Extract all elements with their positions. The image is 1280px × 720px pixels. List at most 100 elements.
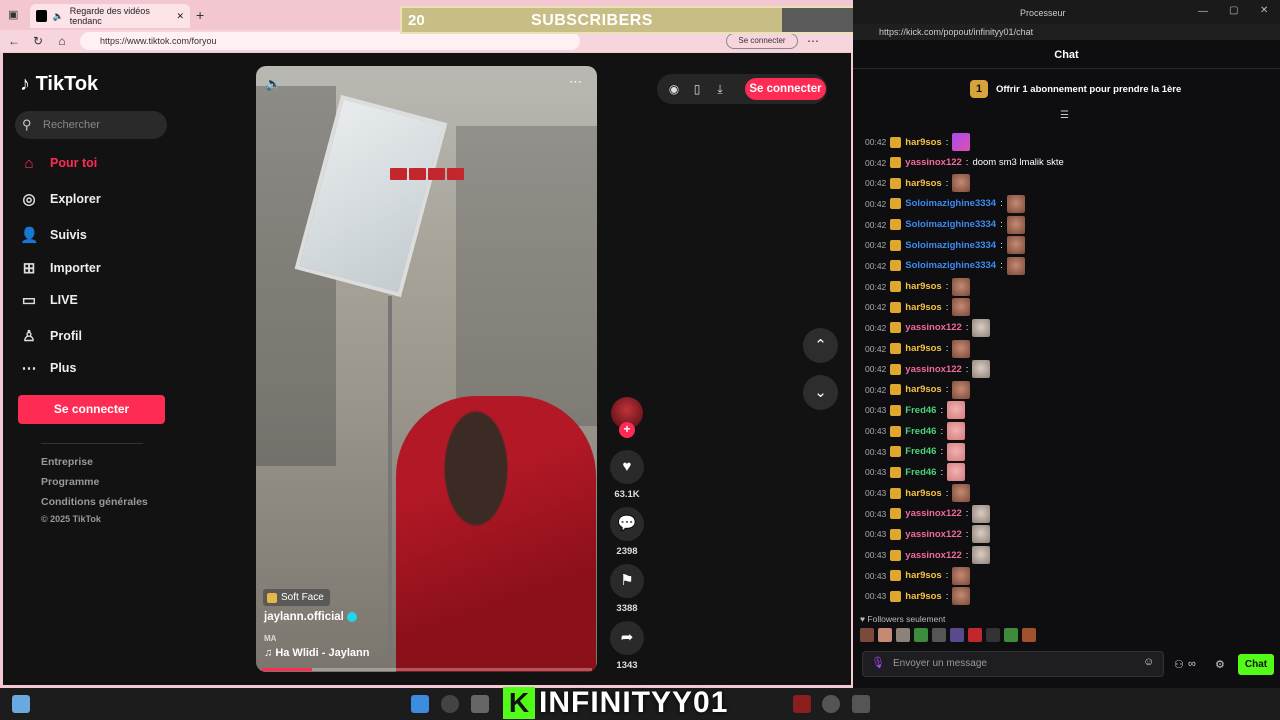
emote-icon[interactable] bbox=[878, 628, 892, 642]
chat-username[interactable]: har9sos bbox=[905, 488, 941, 499]
weather-icon[interactable] bbox=[12, 695, 30, 713]
nav-plus[interactable]: ⋯ Plus bbox=[20, 356, 170, 380]
nav-explorer[interactable]: ◎ Explorer bbox=[20, 187, 170, 211]
users-icon[interactable]: ⚇ bbox=[1174, 658, 1184, 671]
chat-username[interactable]: har9sos bbox=[905, 178, 941, 189]
emote-icon[interactable] bbox=[986, 628, 1000, 642]
new-tab-button[interactable]: + bbox=[196, 7, 204, 23]
app-icon[interactable] bbox=[793, 695, 811, 713]
top-connect-button[interactable]: Se connecter bbox=[745, 78, 826, 100]
chat-username[interactable]: yassinox122 bbox=[905, 364, 962, 375]
nav-profil[interactable]: ♙ Profil bbox=[20, 324, 170, 348]
settings-gear-icon[interactable]: ⚙ bbox=[1215, 658, 1225, 671]
emote-icon[interactable] bbox=[932, 628, 946, 642]
maximize-icon[interactable]: ▢ bbox=[1229, 5, 1238, 16]
chat-emote-icon bbox=[952, 566, 971, 585]
refresh-icon[interactable]: ↻ bbox=[31, 34, 45, 48]
chat-username[interactable]: Soloimazighine3334 bbox=[905, 198, 996, 209]
tiktok-logo[interactable]: ♪ TikTok bbox=[20, 73, 98, 96]
volume-icon[interactable]: 🔊 bbox=[265, 76, 281, 92]
edge-signin-button[interactable]: Se connecter bbox=[726, 33, 798, 49]
chat-username[interactable]: yassinox122 bbox=[905, 508, 962, 519]
browser-tab[interactable]: 🔈 Regarde des vidéos tendanc ✕ bbox=[30, 4, 190, 28]
follow-plus-icon[interactable]: + bbox=[619, 422, 635, 438]
nav-label: Suivis bbox=[50, 228, 87, 242]
emote-icon[interactable] bbox=[1004, 628, 1018, 642]
chat-username[interactable]: Fred46 bbox=[905, 446, 936, 457]
close-window-icon[interactable]: ✕ bbox=[1260, 5, 1268, 16]
footer-link-entreprise[interactable]: Entreprise bbox=[41, 456, 93, 468]
chat-username[interactable]: yassinox122 bbox=[905, 157, 962, 168]
sidebar-connect-button[interactable]: Se connecter bbox=[18, 395, 165, 424]
tab-actions-icon[interactable]: ▣ bbox=[8, 8, 18, 21]
chat-username[interactable]: Soloimazighine3334 bbox=[905, 260, 996, 271]
chat-username[interactable]: yassinox122 bbox=[905, 529, 962, 540]
live-icon: ▭ bbox=[21, 292, 37, 309]
mobile-icon[interactable]: ▯ bbox=[689, 81, 705, 97]
emote-icon[interactable] bbox=[896, 628, 910, 642]
video-menu-icon[interactable]: ⋯ bbox=[569, 74, 582, 90]
share-button[interactable]: ➦ bbox=[610, 621, 644, 655]
quick-emotes[interactable] bbox=[860, 628, 1036, 642]
emote-icon[interactable] bbox=[950, 628, 964, 642]
video-player[interactable] bbox=[256, 66, 597, 672]
like-button[interactable]: ♥ bbox=[610, 450, 644, 484]
save-button[interactable]: ⚑ bbox=[610, 564, 644, 598]
chat-username[interactable]: yassinox122 bbox=[905, 550, 962, 561]
next-video-button[interactable]: ⌄ bbox=[803, 375, 838, 410]
download-icon[interactable]: ⤓ bbox=[712, 81, 728, 97]
effect-badge[interactable]: Soft Face bbox=[263, 589, 330, 606]
nav-suivis[interactable]: 👤 Suivis bbox=[20, 223, 170, 247]
chat-username[interactable]: Fred46 bbox=[905, 405, 936, 416]
obs-icon[interactable] bbox=[822, 695, 840, 713]
infinity-icon[interactable]: ∞ bbox=[1188, 658, 1196, 670]
home-icon[interactable]: ⌂ bbox=[55, 34, 69, 48]
minimize-icon[interactable]: — bbox=[1198, 6, 1208, 17]
chat-username[interactable]: har9sos bbox=[905, 591, 941, 602]
search-icon[interactable] bbox=[441, 695, 459, 713]
chat-username[interactable]: har9sos bbox=[905, 302, 941, 313]
kick-address-bar[interactable]: https://kick.com/popout/infinityy01/chat bbox=[853, 24, 1280, 40]
footer-link-programme[interactable]: Programme bbox=[41, 476, 99, 488]
microphone-icon[interactable]: 🎙 bbox=[871, 656, 885, 669]
chat-username[interactable]: har9sos bbox=[905, 384, 941, 395]
settings-gear-icon[interactable] bbox=[852, 695, 870, 713]
chat-message-input[interactable]: Envoyer un message bbox=[862, 651, 1164, 677]
video-music[interactable]: ♫ Ha Wlidi - Jaylann bbox=[264, 647, 369, 659]
task-view-icon[interactable] bbox=[471, 695, 489, 713]
chat-username[interactable]: har9sos bbox=[905, 570, 941, 581]
chat-username[interactable]: har9sos bbox=[905, 137, 941, 148]
filter-icon[interactable]: ☰ bbox=[1060, 110, 1069, 121]
chat-username[interactable]: Fred46 bbox=[905, 426, 936, 437]
back-icon[interactable]: ← bbox=[7, 34, 21, 48]
chat-username[interactable]: yassinox122 bbox=[905, 322, 962, 333]
chat-username[interactable]: Fred46 bbox=[905, 467, 936, 478]
video-author[interactable]: jaylann.official bbox=[264, 611, 357, 623]
send-chat-button[interactable]: Chat bbox=[1238, 654, 1274, 675]
chat-username[interactable]: Soloimazighine3334 bbox=[905, 219, 996, 230]
coins-icon[interactable]: ◉ bbox=[666, 81, 682, 97]
search-input[interactable]: Rechercher bbox=[15, 111, 167, 139]
comment-button[interactable]: 💬 bbox=[610, 507, 644, 541]
chat-username[interactable]: har9sos bbox=[905, 343, 941, 354]
more-icon[interactable]: ⋯ bbox=[806, 34, 820, 48]
emote-icon[interactable] bbox=[1022, 628, 1036, 642]
chat-username[interactable]: Soloimazighine3334 bbox=[905, 240, 996, 251]
chat-message: 00:43 Fred46: bbox=[865, 462, 966, 482]
emoji-picker-icon[interactable]: ☺ bbox=[1143, 656, 1154, 668]
start-icon[interactable] bbox=[411, 695, 429, 713]
address-bar[interactable]: https://www.tiktok.com/foryou bbox=[80, 32, 580, 50]
footer-link-conditions[interactable]: Conditions générales bbox=[41, 496, 148, 508]
gift-sub-banner[interactable]: 1 Offrir 1 abonnement pour prendre la 1è… bbox=[970, 80, 1181, 98]
close-tab-icon[interactable]: ✕ bbox=[176, 11, 184, 22]
emote-icon[interactable] bbox=[860, 628, 874, 642]
nav-importer[interactable]: ⊞ Importer bbox=[20, 256, 170, 280]
chat-emote-icon bbox=[952, 380, 971, 399]
chat-username[interactable]: har9sos bbox=[905, 281, 941, 292]
nav-live[interactable]: ▭ LIVE bbox=[20, 288, 170, 312]
nav-pour-toi[interactable]: ⌂ Pour toi bbox=[20, 151, 170, 175]
chat-emote-icon bbox=[1006, 215, 1025, 234]
emote-icon[interactable] bbox=[968, 628, 982, 642]
emote-icon[interactable] bbox=[914, 628, 928, 642]
previous-video-button[interactable]: ⌃ bbox=[803, 328, 838, 363]
